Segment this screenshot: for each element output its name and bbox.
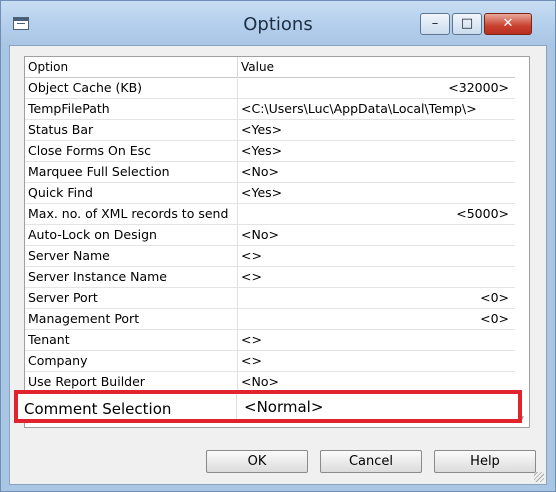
option-name: Server Name	[28, 248, 110, 263]
table-row[interactable]: Server Name <>	[25, 245, 515, 267]
option-value[interactable]: <No>	[241, 227, 279, 242]
option-name: Management Port	[28, 311, 140, 326]
option-name: Comment Selection	[24, 400, 172, 418]
highlighted-row-comment-selection[interactable]: Comment Selection <Normal>	[14, 390, 522, 423]
vertical-scrollbar[interactable]: ▼	[515, 77, 529, 427]
options-window: Options – □ ✕ Option Value Object Cache …	[0, 0, 556, 492]
options-grid[interactable]: Option Value Object Cache (KB) <32000> Te…	[24, 56, 530, 428]
option-value[interactable]: <5000>	[456, 206, 509, 221]
table-row[interactable]: Max. no. of XML records to send <5000>	[25, 203, 515, 225]
option-name: Status Bar	[28, 122, 94, 137]
option-name: Object Cache (KB)	[28, 80, 143, 95]
option-value[interactable]: <Yes>	[241, 185, 282, 200]
option-value[interactable]: <Yes>	[241, 143, 282, 158]
option-name: TempFilePath	[28, 101, 110, 116]
option-value[interactable]: <>	[241, 353, 262, 368]
option-value[interactable]: <0>	[480, 311, 509, 326]
option-name: Auto-Lock on Design	[28, 227, 157, 242]
ok-button[interactable]: OK	[206, 450, 308, 473]
grid-header: Option Value	[25, 57, 529, 78]
header-value[interactable]: Value	[241, 60, 274, 74]
option-value[interactable]: <Normal>	[244, 398, 323, 416]
table-row[interactable]: TempFilePath <C:\Users\Luc\AppData\Local\…	[25, 98, 515, 120]
table-row[interactable]: Close Forms On Esc <Yes>	[25, 140, 515, 162]
option-value[interactable]: <>	[241, 332, 262, 347]
table-row[interactable]: Server Port <0>	[25, 287, 515, 309]
table-row[interactable]: Tenant <>	[25, 329, 515, 351]
help-button[interactable]: Help	[434, 450, 536, 473]
maximize-button[interactable]: □	[452, 13, 482, 35]
close-button[interactable]: ✕	[484, 13, 532, 35]
title-bar[interactable]: Options – □ ✕	[1, 1, 555, 45]
option-name: Company	[28, 353, 88, 368]
table-row[interactable]: Marquee Full Selection <No>	[25, 161, 515, 183]
table-row[interactable]: Management Port <0>	[25, 308, 515, 330]
minimize-button[interactable]: –	[420, 13, 450, 35]
option-name: Server Instance Name	[28, 269, 167, 284]
cancel-button[interactable]: Cancel	[320, 450, 422, 473]
header-option[interactable]: Option	[28, 60, 68, 74]
column-divider[interactable]	[237, 57, 238, 77]
option-value[interactable]: <>	[241, 248, 262, 263]
option-name: Close Forms On Esc	[28, 143, 152, 158]
option-value[interactable]: <No>	[241, 374, 279, 389]
table-row[interactable]: Server Instance Name <>	[25, 266, 515, 288]
option-value[interactable]: <0>	[480, 290, 509, 305]
option-value[interactable]: <C:\Users\Luc\AppData\Local\Temp\>	[241, 101, 477, 116]
option-name: Quick Find	[28, 185, 93, 200]
table-row[interactable]: Company <>	[25, 350, 515, 372]
option-value[interactable]: <32000>	[448, 80, 509, 95]
option-name: Max. no. of XML records to send	[28, 206, 229, 221]
option-value[interactable]: <>	[241, 269, 262, 284]
option-value[interactable]: <Yes>	[241, 122, 282, 137]
dialog-body: Option Value Object Cache (KB) <32000> Te…	[9, 45, 547, 485]
option-name: Marquee Full Selection	[28, 164, 170, 179]
option-name: Tenant	[28, 332, 70, 347]
table-row[interactable]: Object Cache (KB) <32000>	[25, 77, 515, 99]
resize-grip-icon[interactable]	[534, 472, 544, 482]
option-name: Server Port	[28, 290, 98, 305]
table-row[interactable]: Status Bar <Yes>	[25, 119, 515, 141]
option-value[interactable]: <No>	[241, 164, 279, 179]
table-row[interactable]: Auto-Lock on Design <No>	[25, 224, 515, 246]
option-name: Use Report Builder	[28, 374, 145, 389]
table-row[interactable]: Quick Find <Yes>	[25, 182, 515, 204]
